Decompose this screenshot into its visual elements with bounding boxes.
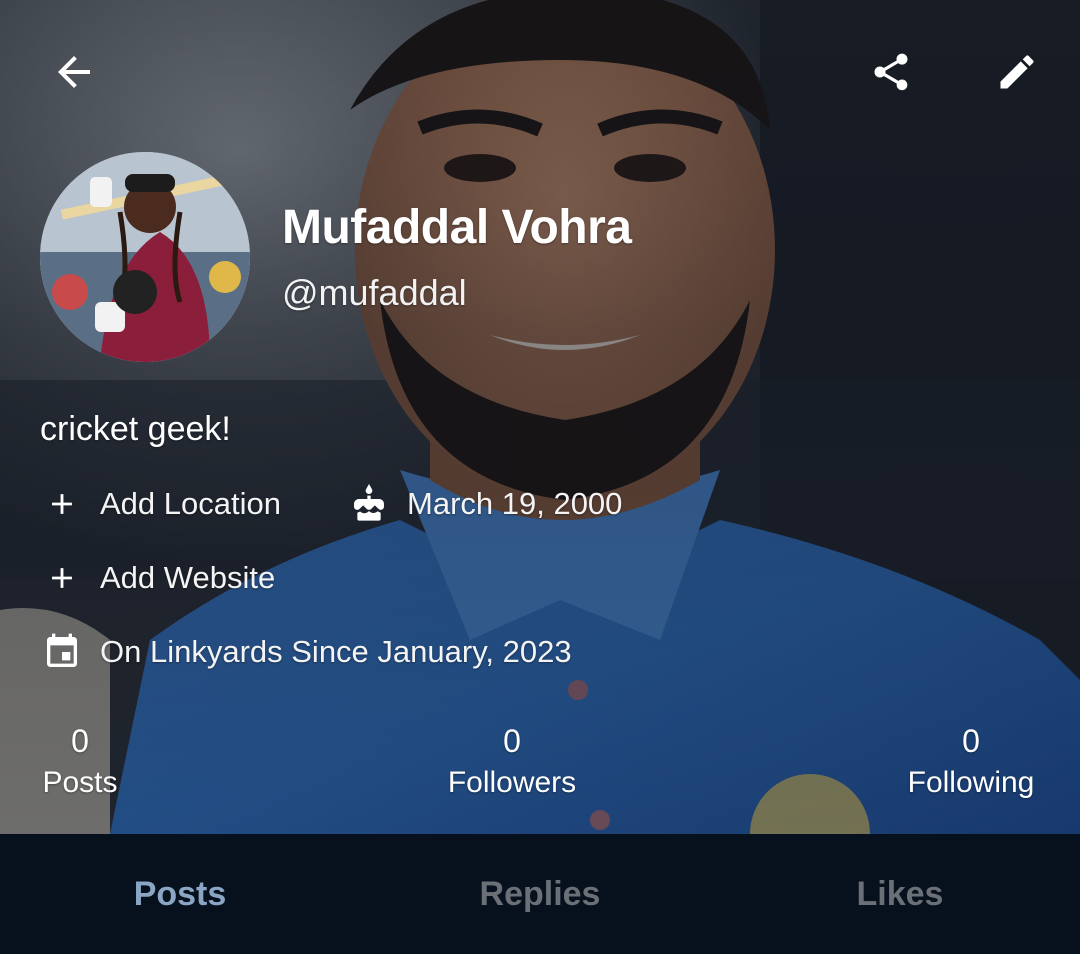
plus-icon	[40, 556, 84, 600]
cake-icon	[347, 482, 391, 526]
pencil-icon	[1000, 55, 1034, 89]
edit-profile-button[interactable]	[985, 40, 1049, 104]
profile-tab-bar: Posts Replies Likes	[0, 834, 1080, 954]
arrow-left-icon	[58, 56, 90, 88]
followers-count: 0	[503, 723, 521, 759]
plus-icon	[40, 482, 84, 526]
joined-text: On Linkyards Since January, 2023	[100, 634, 572, 669]
tab-replies[interactable]: Replies	[360, 834, 720, 954]
tab-likes[interactable]: Likes	[720, 834, 1080, 954]
avatar-image	[40, 152, 250, 362]
birthday-text: March 19, 2000	[407, 486, 623, 521]
display-name: Mufaddal Vohra	[282, 201, 632, 254]
calendar-icon	[40, 630, 84, 674]
add-website-label: Add Website	[100, 560, 276, 595]
share-icon	[874, 53, 908, 91]
share-button[interactable]	[859, 40, 923, 104]
username-handle: @mufaddal	[282, 272, 467, 313]
posts-stat[interactable]: 0 Posts	[40, 722, 120, 806]
add-location-label: Add Location	[100, 486, 281, 521]
add-location-button[interactable]: Add Location	[40, 482, 281, 526]
tab-posts[interactable]: Posts	[0, 834, 360, 954]
followers-label: Followers	[447, 766, 577, 799]
followers-stat[interactable]: 0 Followers	[440, 722, 584, 806]
following-stat[interactable]: 0 Following	[902, 722, 1040, 806]
back-button[interactable]	[42, 40, 106, 104]
profile-screen: Mufaddal Vohra @mufaddal cricket geek! A…	[0, 0, 1080, 954]
birthday-info: March 19, 2000	[347, 482, 622, 526]
following-count: 0	[962, 723, 980, 759]
joined-date-info: On Linkyards Since January, 2023	[40, 630, 572, 674]
posts-label: Posts	[42, 766, 118, 799]
add-website-button[interactable]: Add Website	[40, 556, 275, 600]
bio-text: cricket geek!	[40, 410, 231, 448]
following-label: Following	[907, 766, 1035, 799]
avatar[interactable]	[40, 152, 250, 362]
posts-count: 0	[71, 723, 89, 759]
